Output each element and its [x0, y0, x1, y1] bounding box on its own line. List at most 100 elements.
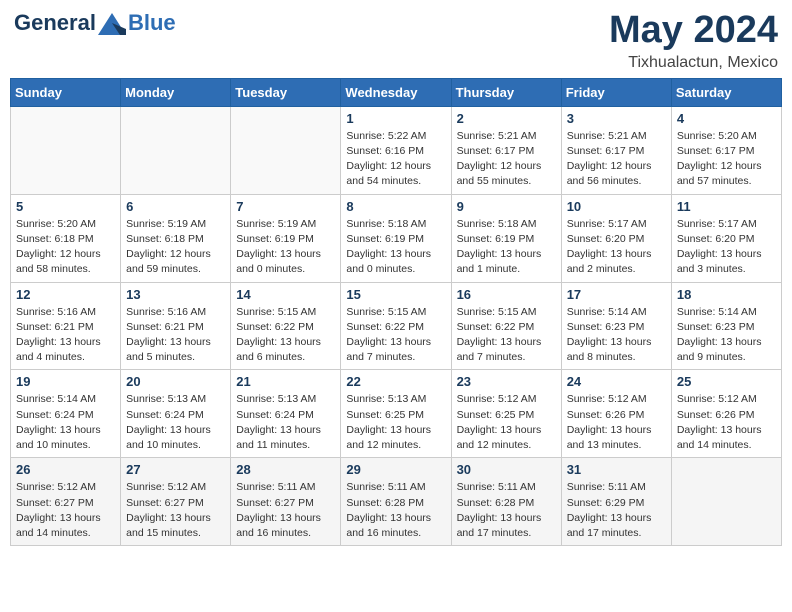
logo-blue: Blue [128, 10, 176, 35]
calendar-cell: 2 Sunrise: 5:21 AM Sunset: 6:17 PM Daylig… [451, 106, 561, 194]
day-number: 26 [16, 462, 115, 477]
day-number: 28 [236, 462, 335, 477]
calendar-cell: 16 Sunrise: 5:15 AM Sunset: 6:22 PM Dayli… [451, 282, 561, 370]
day-number: 18 [677, 287, 776, 302]
calendar-cell: 26 Sunrise: 5:12 AM Sunset: 6:27 PM Dayli… [11, 458, 121, 546]
day-detail: Sunrise: 5:16 AM Sunset: 6:21 PM Dayligh… [126, 305, 225, 366]
day-number: 8 [346, 199, 445, 214]
day-detail: Sunrise: 5:13 AM Sunset: 6:24 PM Dayligh… [126, 392, 225, 453]
calendar-cell: 10Sunrise: 5:17 AM Sunset: 6:20 PM Dayli… [561, 194, 671, 282]
day-detail: Sunrise: 5:15 AM Sunset: 6:22 PM Dayligh… [236, 305, 335, 366]
calendar-cell [11, 106, 121, 194]
day-number: 29 [346, 462, 445, 477]
day-detail: Sunrise: 5:12 AM Sunset: 6:27 PM Dayligh… [16, 480, 115, 541]
day-number: 10 [567, 199, 666, 214]
calendar-cell: 7Sunrise: 5:19 AM Sunset: 6:19 PM Daylig… [231, 194, 341, 282]
calendar-cell: 19 Sunrise: 5:14 AM Sunset: 6:24 PM Dayli… [11, 370, 121, 458]
logo: General Blue [14, 10, 176, 35]
day-number: 31 [567, 462, 666, 477]
calendar-cell: 22Sunrise: 5:13 AM Sunset: 6:25 PM Dayli… [341, 370, 451, 458]
calendar-cell: 29 Sunrise: 5:11 AM Sunset: 6:28 PM Dayli… [341, 458, 451, 546]
calendar-week-row: 26 Sunrise: 5:12 AM Sunset: 6:27 PM Dayli… [11, 458, 782, 546]
calendar-cell: 5 Sunrise: 5:20 AM Sunset: 6:18 PM Daylig… [11, 194, 121, 282]
calendar-cell [671, 458, 781, 546]
day-detail: Sunrise: 5:12 AM Sunset: 6:26 PM Dayligh… [677, 392, 776, 453]
weekday-header-cell: Wednesday [341, 78, 451, 106]
calendar-cell: 15 Sunrise: 5:15 AM Sunset: 6:22 PM Dayli… [341, 282, 451, 370]
day-number: 13 [126, 287, 225, 302]
day-number: 1 [346, 111, 445, 126]
day-detail: Sunrise: 5:22 AM Sunset: 6:16 PM Dayligh… [346, 129, 445, 190]
logo-text: General [14, 10, 126, 35]
day-detail: Sunrise: 5:11 AM Sunset: 6:27 PM Dayligh… [236, 480, 335, 541]
day-detail: Sunrise: 5:20 AM Sunset: 6:18 PM Dayligh… [16, 217, 115, 278]
day-number: 7 [236, 199, 335, 214]
calendar-cell: 23 Sunrise: 5:12 AM Sunset: 6:25 PM Dayli… [451, 370, 561, 458]
day-number: 21 [236, 374, 335, 389]
day-number: 25 [677, 374, 776, 389]
calendar-cell: 8Sunrise: 5:18 AM Sunset: 6:19 PM Daylig… [341, 194, 451, 282]
calendar-cell: 18 Sunrise: 5:14 AM Sunset: 6:23 PM Dayli… [671, 282, 781, 370]
calendar-cell: 27Sunrise: 5:12 AM Sunset: 6:27 PM Dayli… [121, 458, 231, 546]
day-number: 9 [457, 199, 556, 214]
day-number: 16 [457, 287, 556, 302]
calendar-body: 1 Sunrise: 5:22 AM Sunset: 6:16 PM Daylig… [11, 106, 782, 545]
day-detail: Sunrise: 5:14 AM Sunset: 6:23 PM Dayligh… [567, 305, 666, 366]
weekday-header-cell: Thursday [451, 78, 561, 106]
calendar-cell: 6 Sunrise: 5:19 AM Sunset: 6:18 PM Daylig… [121, 194, 231, 282]
calendar-table: SundayMondayTuesdayWednesdayThursdayFrid… [10, 78, 782, 546]
weekday-header-cell: Sunday [11, 78, 121, 106]
calendar-cell: 17Sunrise: 5:14 AM Sunset: 6:23 PM Dayli… [561, 282, 671, 370]
day-number: 12 [16, 287, 115, 302]
day-number: 11 [677, 199, 776, 214]
calendar-week-row: 19 Sunrise: 5:14 AM Sunset: 6:24 PM Dayli… [11, 370, 782, 458]
day-number: 14 [236, 287, 335, 302]
calendar-cell: 11Sunrise: 5:17 AM Sunset: 6:20 PM Dayli… [671, 194, 781, 282]
calendar-cell: 14 Sunrise: 5:15 AM Sunset: 6:22 PM Dayli… [231, 282, 341, 370]
calendar-cell [231, 106, 341, 194]
day-number: 15 [346, 287, 445, 302]
day-detail: Sunrise: 5:14 AM Sunset: 6:23 PM Dayligh… [677, 305, 776, 366]
calendar-cell: 12 Sunrise: 5:16 AM Sunset: 6:21 PM Dayli… [11, 282, 121, 370]
calendar-cell: 30Sunrise: 5:11 AM Sunset: 6:28 PM Dayli… [451, 458, 561, 546]
day-number: 6 [126, 199, 225, 214]
day-detail: Sunrise: 5:21 AM Sunset: 6:17 PM Dayligh… [457, 129, 556, 190]
day-detail: Sunrise: 5:16 AM Sunset: 6:21 PM Dayligh… [16, 305, 115, 366]
month-title: May 2024 [609, 10, 778, 52]
location: Tixhualactun, Mexico [609, 54, 778, 72]
calendar-cell: 4 Sunrise: 5:20 AM Sunset: 6:17 PM Daylig… [671, 106, 781, 194]
calendar-cell: 20 Sunrise: 5:13 AM Sunset: 6:24 PM Dayli… [121, 370, 231, 458]
day-number: 2 [457, 111, 556, 126]
weekday-header-row: SundayMondayTuesdayWednesdayThursdayFrid… [11, 78, 782, 106]
calendar-week-row: 1 Sunrise: 5:22 AM Sunset: 6:16 PM Daylig… [11, 106, 782, 194]
day-detail: Sunrise: 5:12 AM Sunset: 6:26 PM Dayligh… [567, 392, 666, 453]
day-number: 20 [126, 374, 225, 389]
day-detail: Sunrise: 5:14 AM Sunset: 6:24 PM Dayligh… [16, 392, 115, 453]
day-detail: Sunrise: 5:18 AM Sunset: 6:19 PM Dayligh… [457, 217, 556, 278]
day-detail: Sunrise: 5:11 AM Sunset: 6:29 PM Dayligh… [567, 480, 666, 541]
day-detail: Sunrise: 5:11 AM Sunset: 6:28 PM Dayligh… [346, 480, 445, 541]
calendar-cell: 28 Sunrise: 5:11 AM Sunset: 6:27 PM Dayli… [231, 458, 341, 546]
day-number: 23 [457, 374, 556, 389]
day-detail: Sunrise: 5:12 AM Sunset: 6:27 PM Dayligh… [126, 480, 225, 541]
calendar-week-row: 12 Sunrise: 5:16 AM Sunset: 6:21 PM Dayli… [11, 282, 782, 370]
day-detail: Sunrise: 5:15 AM Sunset: 6:22 PM Dayligh… [346, 305, 445, 366]
day-number: 4 [677, 111, 776, 126]
day-number: 19 [16, 374, 115, 389]
calendar-cell: 3Sunrise: 5:21 AM Sunset: 6:17 PM Daylig… [561, 106, 671, 194]
day-detail: Sunrise: 5:11 AM Sunset: 6:28 PM Dayligh… [457, 480, 556, 541]
day-detail: Sunrise: 5:19 AM Sunset: 6:18 PM Dayligh… [126, 217, 225, 278]
day-detail: Sunrise: 5:21 AM Sunset: 6:17 PM Dayligh… [567, 129, 666, 190]
day-detail: Sunrise: 5:13 AM Sunset: 6:25 PM Dayligh… [346, 392, 445, 453]
day-detail: Sunrise: 5:13 AM Sunset: 6:24 PM Dayligh… [236, 392, 335, 453]
calendar-cell: 31 Sunrise: 5:11 AM Sunset: 6:29 PM Dayli… [561, 458, 671, 546]
day-detail: Sunrise: 5:12 AM Sunset: 6:25 PM Dayligh… [457, 392, 556, 453]
calendar-cell: 24Sunrise: 5:12 AM Sunset: 6:26 PM Dayli… [561, 370, 671, 458]
day-number: 5 [16, 199, 115, 214]
weekday-header-cell: Monday [121, 78, 231, 106]
weekday-header-cell: Saturday [671, 78, 781, 106]
day-detail: Sunrise: 5:20 AM Sunset: 6:17 PM Dayligh… [677, 129, 776, 190]
day-detail: Sunrise: 5:15 AM Sunset: 6:22 PM Dayligh… [457, 305, 556, 366]
page-header: General Blue May 2024 Tixhualactun, Mexi… [10, 10, 782, 72]
calendar-cell: 1 Sunrise: 5:22 AM Sunset: 6:16 PM Daylig… [341, 106, 451, 194]
